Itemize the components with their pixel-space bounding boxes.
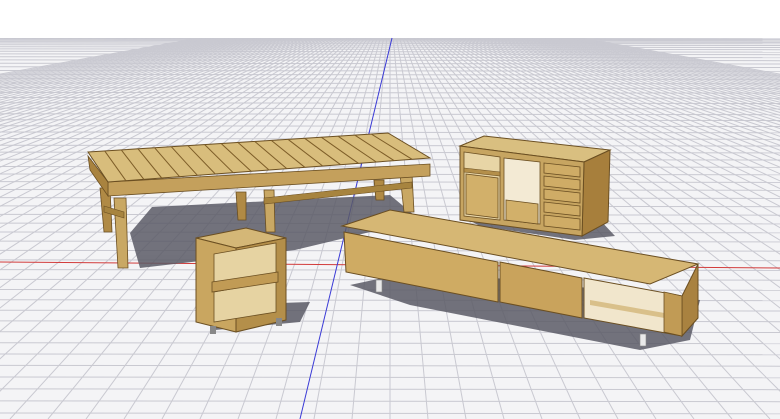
sideboard-cabinet[interactable] [458,135,612,237]
cabinet-side [581,149,611,237]
sky [0,0,780,38]
daybed-leg [235,191,247,221]
console-right-panel [663,291,683,337]
nightstand[interactable] [195,227,287,334]
3d-viewport[interactable] [0,0,780,419]
cabinet-middle-drawer [505,199,539,225]
cabinet-drawers [543,162,581,231]
console-leg [639,333,647,347]
nightstand-foot [276,318,282,326]
cabinet-left-door [465,173,499,219]
console-leg [375,279,383,293]
nightstand-foot [210,326,216,334]
viewport-canvas[interactable] [0,0,780,419]
daybed-leg [263,189,276,233]
